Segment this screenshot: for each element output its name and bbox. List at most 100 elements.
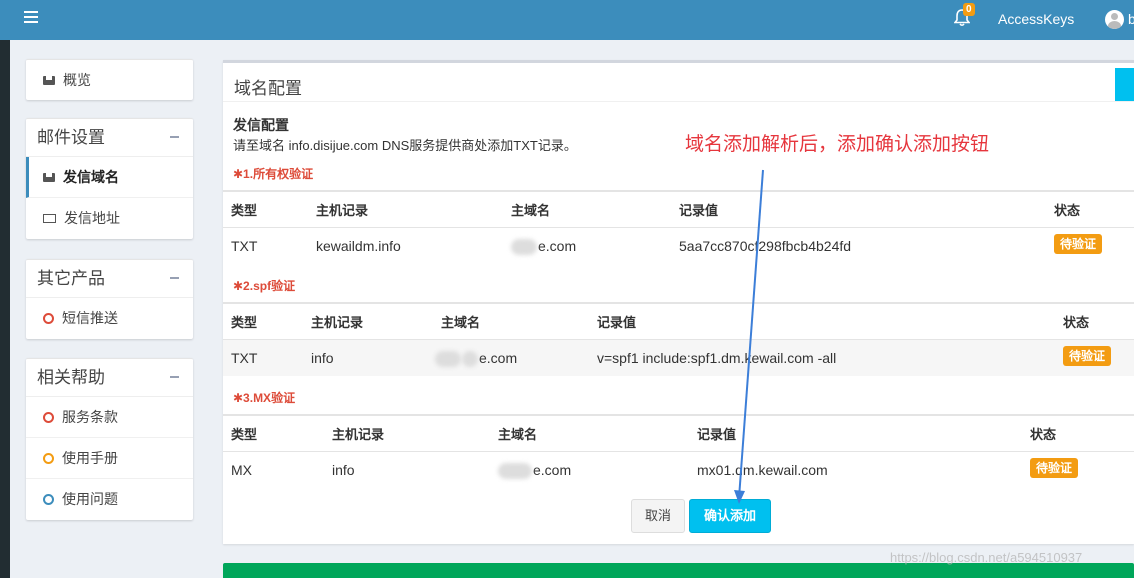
ownership-table: 类型 主机记录 主域名 记录值 状态 TXT kewaildm.info e.c… xyxy=(223,190,1134,264)
panel-action-button[interactable] xyxy=(1115,68,1134,102)
collapse-icon[interactable] xyxy=(170,136,179,138)
spf-verify-label: ✱2.spf验证 xyxy=(233,279,296,293)
redacted-mask xyxy=(511,239,537,256)
header-domain: 主域名 xyxy=(441,315,481,330)
domain-suffix: e.com xyxy=(533,462,572,478)
box-title: 相关帮助 xyxy=(37,368,105,387)
sidebar-item-terms[interactable]: 服务条款 xyxy=(26,397,193,438)
hamburger-menu-icon[interactable] xyxy=(24,11,38,27)
record-type: TXT xyxy=(231,350,258,366)
mail-settings-box: 邮件设置 发信域名 发信地址 xyxy=(26,118,193,239)
circle-icon xyxy=(43,312,54,324)
spf-table: 类型 主机记录 主域名 记录值 状态 TXT info e.com v=spf1… xyxy=(223,302,1134,376)
record-domain: e.com xyxy=(511,228,576,265)
domain-suffix: e.com xyxy=(538,238,577,254)
record-host: kewaildm.info xyxy=(316,238,401,254)
sidebar-item-sending-domain[interactable]: 发信域名 xyxy=(26,157,193,198)
table-row: TXT kewaildm.info e.com 5aa7cc870cf298fb… xyxy=(223,227,1134,264)
header-status: 状态 xyxy=(1054,203,1081,218)
other-products-box: 其它产品 短信推送 xyxy=(26,259,193,339)
circle-icon xyxy=(43,452,54,464)
section-title: 发信配置 xyxy=(233,117,289,133)
mx-table: 类型 主机记录 主域名 记录值 状态 MX info e.com mx01.dm… xyxy=(223,414,1134,488)
header-domain: 主域名 xyxy=(511,203,551,218)
section-description: 请至域名 info.disijue.com DNS服务提供商处添加TXT记录。 xyxy=(233,138,577,153)
circle-icon xyxy=(43,493,54,505)
sidebar-item-label: 发信地址 xyxy=(64,210,120,226)
collapse-icon[interactable] xyxy=(170,277,179,279)
record-host: info xyxy=(311,350,334,366)
header-value: 记录值 xyxy=(697,427,737,442)
overview-box: 概览 xyxy=(26,59,193,100)
sidebar-item-sms-push[interactable]: 短信推送 xyxy=(26,298,193,339)
page-title: 域名配置 xyxy=(234,79,302,98)
header-status: 状态 xyxy=(1030,427,1057,442)
sidebar-item-label: 短信推送 xyxy=(62,310,118,326)
redacted-mask xyxy=(435,351,461,368)
ownership-verify-label: ✱1.所有权验证 xyxy=(233,167,314,181)
other-products-header: 其它产品 xyxy=(26,260,193,298)
annotation-text: 域名添加解析后，添加确认添加按钮 xyxy=(685,134,990,155)
sidebar-item-label: 使用手册 xyxy=(62,450,118,466)
table-row: TXT info e.com v=spf1 include:spf1.dm.ke… xyxy=(223,339,1134,376)
record-value: mx01.dm.kewail.com xyxy=(697,462,828,478)
domain-config-panel: 域名配置 发信配置 请至域名 info.disijue.com DNS服务提供商… xyxy=(223,60,1134,544)
sidebar-item-faq[interactable]: 使用问题 xyxy=(26,479,193,520)
header-status: 状态 xyxy=(1063,315,1090,330)
notification-count-badge: 0 xyxy=(963,3,975,16)
circle-icon xyxy=(43,411,54,423)
divider xyxy=(223,101,1134,102)
access-keys-link[interactable]: AccessKeys xyxy=(998,11,1074,27)
redacted-mask xyxy=(462,351,478,368)
header-host: 主机记录 xyxy=(311,315,364,330)
top-navbar: 0 AccessKeys b xyxy=(0,0,1134,40)
box-title: 邮件设置 xyxy=(37,128,105,147)
record-value: 5aa7cc870cf298fbcb4b24fd xyxy=(679,238,852,254)
collapse-icon[interactable] xyxy=(170,376,179,378)
status-badge: 待验证 xyxy=(1030,458,1079,478)
confirm-add-button[interactable]: 确认添加 xyxy=(689,499,771,533)
record-type: TXT xyxy=(231,238,258,254)
sidebar-item-label: 使用问题 xyxy=(62,491,118,507)
user-name[interactable]: b xyxy=(1128,11,1134,27)
domain-suffix: e.com xyxy=(479,350,518,366)
help-box: 相关帮助 服务条款 使用手册 使用问题 xyxy=(26,358,193,520)
record-value: v=spf1 include:spf1.dm.kewail.com -all xyxy=(597,350,837,366)
record-host: info xyxy=(332,462,355,478)
header-type: 类型 xyxy=(231,315,258,330)
header-type: 类型 xyxy=(231,427,258,442)
watermark-text: https://blog.csdn.net/a594510937 xyxy=(890,550,1083,565)
footer-bar xyxy=(223,563,1134,578)
header-domain: 主域名 xyxy=(498,427,538,442)
mail-settings-header: 邮件设置 xyxy=(26,119,193,157)
status-badge: 待验证 xyxy=(1054,234,1103,254)
table-header-row: 类型 主机记录 主域名 记录值 状态 xyxy=(223,302,1134,339)
help-header: 相关帮助 xyxy=(26,359,193,397)
box-title: 其它产品 xyxy=(37,269,105,288)
table-row: MX info e.com mx01.dm.kewail.com 待验证 xyxy=(223,451,1134,488)
header-host: 主机记录 xyxy=(332,427,385,442)
status-badge: 待验证 xyxy=(1063,346,1112,366)
cancel-button[interactable]: 取消 xyxy=(631,499,685,533)
user-avatar-icon[interactable] xyxy=(1105,10,1124,29)
sidebar-item-label: 概览 xyxy=(63,72,91,88)
table-header-row: 类型 主机记录 主域名 记录值 状态 xyxy=(223,414,1134,451)
mx-verify-label: ✱3.MX验证 xyxy=(233,391,296,405)
header-value: 记录值 xyxy=(679,203,719,218)
record-type: MX xyxy=(231,462,252,478)
header-host: 主机记录 xyxy=(316,203,369,218)
table-header-row: 类型 主机记录 主域名 记录值 状态 xyxy=(223,190,1134,227)
sidebar-item-label: 服务条款 xyxy=(62,409,118,425)
sidebar-item-manual[interactable]: 使用手册 xyxy=(26,438,193,479)
record-domain: e.com xyxy=(435,340,517,377)
inbox-icon xyxy=(43,75,55,85)
sidebar-item-sending-address[interactable]: 发信地址 xyxy=(26,198,193,239)
header-value: 记录值 xyxy=(597,315,637,330)
header-type: 类型 xyxy=(231,203,258,218)
redacted-mask xyxy=(498,463,532,480)
envelope-icon xyxy=(43,213,56,223)
sidebar-item-overview[interactable]: 概览 xyxy=(26,60,193,100)
inbox-icon xyxy=(43,172,55,182)
sidebar-strip xyxy=(0,40,10,578)
record-domain: e.com xyxy=(498,452,571,489)
